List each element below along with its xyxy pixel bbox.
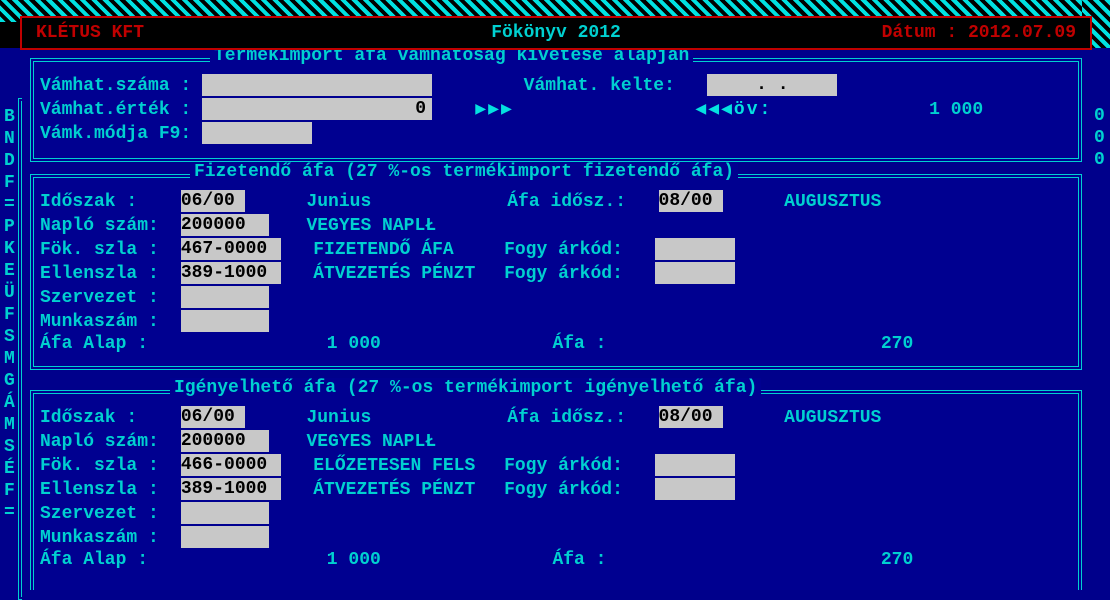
claimable-afaalap-label: Áfa Alap : (40, 550, 170, 570)
payable-fok-name: FIZETENDŐ ÁFA (313, 240, 493, 260)
ov-value: 1 000 (783, 100, 983, 120)
claimable-fogy2-label: Fogy árkód: (504, 480, 623, 500)
claimable-szervezet-input[interactable] (181, 502, 269, 524)
sidebar-char: F (4, 480, 15, 502)
vamhat-ertek-input[interactable]: 0 (202, 98, 432, 120)
claimable-afaidosz-label: Áfa idősz.: (507, 408, 626, 428)
payable-panel: Fizetendő áfa (27 %-os termékimport fize… (30, 174, 1082, 370)
sidebar-char: G (4, 370, 15, 392)
payable-fok-label: Fök. szla : (40, 240, 170, 260)
sidebar-char: E (4, 260, 15, 282)
vamk-mod-label: Vámk.módja F9: (40, 124, 191, 144)
sidebar-char: = (4, 502, 15, 524)
claimable-ellen-name: ÁTVEZETÉS PÉNZT (313, 480, 493, 500)
sidebar-char: É (4, 458, 15, 480)
claimable-afaalap-value: 1 000 (181, 550, 381, 570)
claimable-fogy-input[interactable] (655, 454, 735, 476)
claimable-panel: Igényelhető áfa (27 %-os termékimport ig… (30, 390, 1082, 590)
claimable-idoszak-label: Időszak : (40, 408, 170, 428)
payable-afaalap-value: 1 000 (181, 334, 381, 354)
payable-afa-value: 270 (693, 334, 913, 354)
sidebar-char: M (4, 414, 15, 436)
payable-fogy-label: Fogy árkód: (504, 240, 623, 260)
header-company: KLÉTUS KFT (36, 23, 144, 43)
vamhat-szama-input[interactable] (202, 74, 432, 96)
sidebar-char: Á (4, 392, 15, 414)
header-date: Dátum : 2012.07.09 (882, 23, 1076, 43)
sidebar-char: P (4, 216, 15, 238)
payable-fogy2-label: Fogy árkód: (504, 264, 623, 284)
sidebar-char: K (4, 238, 15, 260)
payable-munkaszam-label: Munkaszám : (40, 312, 170, 332)
payable-fogy-input[interactable] (655, 238, 735, 260)
right-digit: 0 (1094, 150, 1105, 170)
claimable-naplo-name: VEGYES NAPLŁ (306, 432, 436, 452)
claimable-naplo-label: Napló szám: (40, 432, 170, 452)
sidebar-char: = (4, 194, 15, 216)
panel-title-claimable: Igényelhető áfa (27 %-os termékimport ig… (170, 378, 761, 398)
sidebar-char: S (4, 436, 15, 458)
panel-title-payable: Fizetendő áfa (27 %-os termékimport fize… (190, 162, 738, 182)
vamhat-kelte-input[interactable]: . . (707, 74, 837, 96)
payable-idoszak-input[interactable]: 06/00 (181, 190, 245, 212)
right-digit: 0 (1094, 128, 1105, 148)
sidebar-char: N (4, 128, 15, 150)
payable-afa-label: Áfa : (552, 334, 682, 354)
payable-szervezet-input[interactable] (181, 286, 269, 308)
payable-afaalap-label: Áfa Alap : (40, 334, 170, 354)
header-bar: KLÉTUS KFT Fökönyv 2012 Dátum : 2012.07.… (20, 16, 1092, 50)
payable-naplo-label: Napló szám: (40, 216, 170, 236)
payable-idoszak-label: Időszak : (40, 192, 170, 212)
payable-afaidosz-name: AUGUSZTUS (784, 192, 881, 212)
payable-szervezet-label: Szervezet : (40, 288, 170, 308)
payable-munkaszam-input[interactable] (181, 310, 269, 332)
right-digit: 0 (1094, 106, 1105, 126)
claimable-ellen-label: Ellenszla : (40, 480, 170, 500)
header-title: Fökönyv 2012 (491, 23, 621, 43)
sidebar-menu: B N D F = P K E Ü F S M G Á M S É F = (4, 106, 15, 524)
claimable-afaidosz-name: AUGUSZTUS (784, 408, 881, 428)
arrows-left-ov: ◀◀◀öv: (695, 100, 772, 120)
claimable-fok-name: ELŐZETESEN FELS (313, 456, 493, 476)
claimable-afa-label: Áfa : (552, 550, 682, 570)
payable-naplo-name: VEGYES NAPLŁ (306, 216, 436, 236)
payable-ellen-input[interactable]: 389-1000 (181, 262, 281, 284)
vamk-mod-input[interactable] (202, 122, 312, 144)
vamhat-szama-label: Vámhat.száma : (40, 76, 191, 96)
sidebar-char: F (4, 172, 15, 194)
claimable-idoszak-name: Junius (306, 408, 496, 428)
claimable-fogy2-input[interactable] (655, 478, 735, 500)
vamhat-ertek-label: Vámhat.érték : (40, 100, 191, 120)
payable-fok-input[interactable]: 467-0000 (181, 238, 281, 260)
sidebar-char: F (4, 304, 15, 326)
claimable-munkaszam-input[interactable] (181, 526, 269, 548)
payable-fogy2-input[interactable] (655, 262, 735, 284)
claimable-fogy-label: Fogy árkód: (504, 456, 623, 476)
payable-idoszak-name: Junius (306, 192, 496, 212)
claimable-afaidosz-input[interactable]: 08/00 (659, 406, 723, 428)
claimable-fok-input[interactable]: 466-0000 (181, 454, 281, 476)
arrows-right-icon: ▶▶▶ (475, 100, 514, 120)
sidebar-char: B (4, 106, 15, 128)
claimable-fok-label: Fök. szla : (40, 456, 170, 476)
payable-ellen-name: ÁTVEZETÉS PÉNZT (313, 264, 493, 284)
claimable-afa-value: 270 (693, 550, 913, 570)
top-panel: Termékimport áfa vámhatóság kivetése ala… (30, 58, 1082, 162)
claimable-idoszak-input[interactable]: 06/00 (181, 406, 245, 428)
vamhat-kelte-label: Vámhat. kelte: (524, 76, 675, 96)
claimable-ellen-input[interactable]: 389-1000 (181, 478, 281, 500)
claimable-munkaszam-label: Munkaszám : (40, 528, 170, 548)
payable-naplo-input[interactable]: 200000 (181, 214, 269, 236)
payable-afaidosz-input[interactable]: 08/00 (659, 190, 723, 212)
sidebar-char: S (4, 326, 15, 348)
sidebar-char: D (4, 150, 15, 172)
sidebar-char: M (4, 348, 15, 370)
claimable-szervezet-label: Szervezet : (40, 504, 170, 524)
claimable-naplo-input[interactable]: 200000 (181, 430, 269, 452)
payable-ellen-label: Ellenszla : (40, 264, 170, 284)
payable-afaidosz-label: Áfa idősz.: (507, 192, 626, 212)
sidebar-char: Ü (4, 282, 15, 304)
